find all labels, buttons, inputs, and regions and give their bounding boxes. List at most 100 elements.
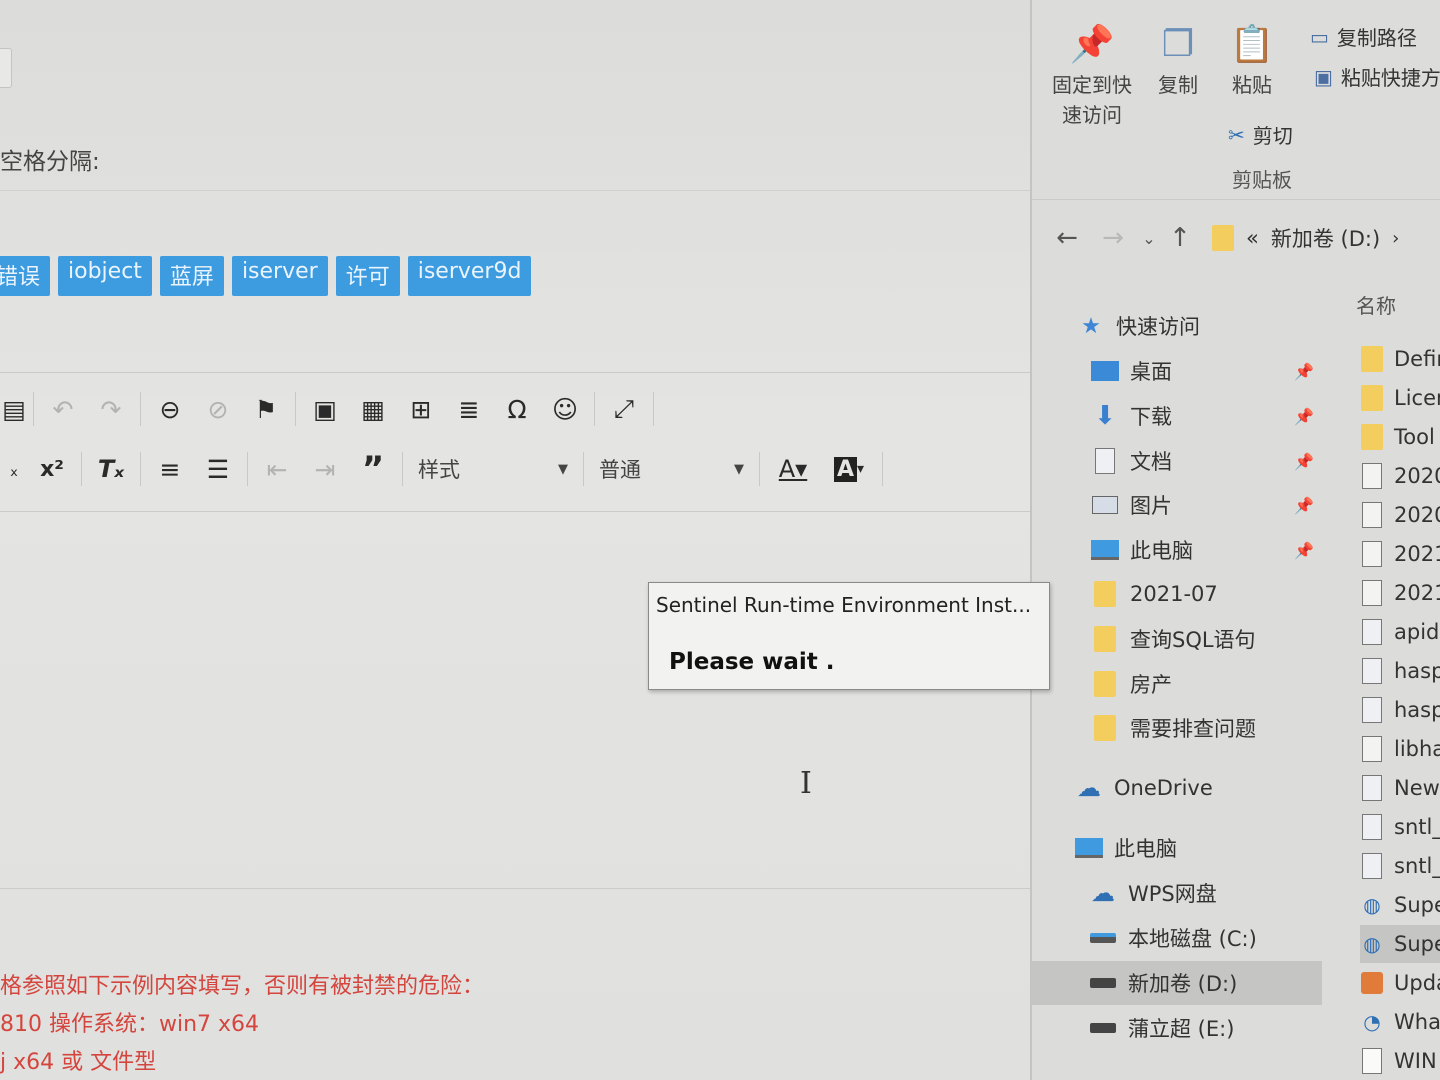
file-row[interactable]: hasp [1360, 691, 1440, 729]
paste-label: 粘贴 [1232, 73, 1272, 97]
tag-chip[interactable]: iobject [58, 256, 152, 296]
forward-arrow-icon[interactable]: → [1090, 223, 1136, 253]
paste-shortcut-button[interactable]: ▣ 粘贴快捷方 [1314, 62, 1440, 91]
nav-drive-e[interactable]: 蒲立超 (E:) [1032, 1006, 1322, 1050]
paste-button[interactable]: 📋 粘贴 [1224, 20, 1280, 100]
file-row[interactable]: Upda [1360, 964, 1440, 1002]
file-row[interactable]: ◍ Supe [1360, 925, 1440, 963]
title-input[interactable] [0, 48, 12, 88]
breadcrumb-chevron-icon[interactable]: › [1392, 228, 1399, 249]
pin-icon[interactable]: 📌 [1294, 541, 1314, 560]
file-row[interactable]: WIN [1360, 1042, 1440, 1080]
nav-folder-sql[interactable]: 查询SQL语句 [1032, 617, 1322, 661]
toolbar-separator [759, 452, 760, 486]
anchor-flag-icon[interactable]: ⚑ [242, 387, 290, 431]
table-icon[interactable]: ⊞ [397, 387, 445, 431]
copy-button[interactable]: ❐ 复制 [1150, 20, 1206, 100]
file-row[interactable]: Tool [1360, 418, 1440, 456]
file-row[interactable]: Licer [1360, 379, 1440, 417]
back-arrow-icon[interactable]: ← [1044, 223, 1090, 253]
pin-icon[interactable]: 📌 [1294, 407, 1314, 426]
nav-quick-access[interactable]: ★ 快速访问 [1076, 304, 1316, 348]
nav-pictures[interactable]: 图片 📌 [1032, 483, 1322, 527]
copy-path-button[interactable]: ▭ 复制路径 [1310, 22, 1417, 51]
superscript-icon[interactable]: x² [28, 447, 76, 491]
unlink-icon[interactable]: ⊘ [194, 387, 242, 431]
editor-content-area[interactable] [0, 513, 1030, 889]
breadcrumb-drive-d[interactable]: 新加卷 (D:) [1271, 223, 1380, 253]
media-icon[interactable]: ▦ [349, 387, 397, 431]
file-name: libha [1394, 737, 1440, 761]
file-row[interactable]: 2021 [1360, 574, 1440, 612]
file-row[interactable]: libha [1360, 730, 1440, 768]
link-icon[interactable]: ⊖ [146, 387, 194, 431]
config-file-icon [1360, 696, 1384, 724]
file-row[interactable]: sntl_ [1360, 808, 1440, 846]
file-row[interactable]: hasp [1360, 652, 1440, 690]
horizontal-line-icon[interactable]: ≣ [445, 387, 493, 431]
indent-icon[interactable]: ⇥ [301, 447, 349, 491]
nav-this-pc[interactable]: 此电脑 [1032, 826, 1322, 870]
nav-wps-drive[interactable]: ☁ WPS网盘 [1032, 871, 1322, 915]
file-row[interactable]: ◔ Wha [1360, 1003, 1440, 1041]
style-dropdown-label: 样式 [418, 458, 460, 482]
file-row[interactable]: 2020 [1360, 457, 1440, 495]
pin-icon[interactable]: 📌 [1294, 496, 1314, 515]
format-dropdown[interactable]: 普通 ▼ [589, 449, 754, 489]
nav-folder-2021-07[interactable]: 2021-07 [1032, 572, 1322, 616]
toolbar-separator [594, 392, 595, 426]
tag-chip[interactable]: 许可 [335, 256, 400, 296]
file-row[interactable]: ◍ Supe [1360, 886, 1440, 924]
image-icon[interactable]: ▣ [301, 387, 349, 431]
paste-word-icon[interactable]: ▤ [0, 387, 28, 431]
emoji-smiley-icon[interactable]: ☺ [541, 387, 589, 431]
column-header-name[interactable]: 名称 [1356, 290, 1396, 319]
nav-folder-property[interactable]: 房产 [1032, 662, 1322, 706]
search-app-icon: ◔ [1363, 1010, 1381, 1034]
file-row[interactable]: 2021 [1360, 535, 1440, 573]
nav-item-label: WPS网盘 [1128, 882, 1217, 906]
nav-this-pc-pinned[interactable]: 此电脑 📌 [1032, 528, 1322, 572]
style-dropdown[interactable]: 样式 ▼ [408, 449, 578, 489]
recent-locations-chevron-icon[interactable]: ⌄ [1136, 229, 1162, 248]
nav-onedrive[interactable]: ☁ OneDrive [1032, 766, 1322, 810]
up-arrow-icon[interactable]: ↑ [1162, 223, 1198, 253]
file-row[interactable]: Defir [1360, 340, 1440, 378]
nav-folder-issues[interactable]: 需要排查问题 [1032, 706, 1322, 750]
toolbar-separator [295, 392, 296, 426]
file-row[interactable]: sntl_ [1360, 847, 1440, 885]
pin-to-quick-access-button[interactable]: 📌 固定到快 速访问 [1046, 20, 1138, 130]
remove-format-icon[interactable]: Tₓ [87, 447, 135, 491]
file-row[interactable]: 2020 [1360, 496, 1440, 534]
background-color-icon[interactable]: A ▾ [821, 447, 877, 491]
pin-icon[interactable]: 📌 [1294, 452, 1314, 471]
nav-desktop[interactable]: 桌面 📌 [1032, 349, 1322, 393]
maximize-icon[interactable]: ⤢ [600, 387, 648, 431]
tag-chip[interactable]: 错误 [0, 256, 51, 296]
bulleted-list-icon[interactable]: ☰ [194, 447, 242, 491]
numbered-list-icon[interactable]: ≡ [146, 447, 194, 491]
nav-drive-c[interactable]: 本地磁盘 (C:) [1032, 916, 1322, 960]
pin-icon[interactable]: 📌 [1294, 362, 1314, 381]
cut-button[interactable]: ✂ 剪切 [1228, 120, 1293, 149]
cut-label: 剪切 [1252, 124, 1293, 148]
file-row[interactable]: New [1360, 769, 1440, 807]
breadcrumb-overflow[interactable]: « [1246, 226, 1259, 250]
tag-chip[interactable]: iserver9d [407, 256, 532, 296]
redo-icon[interactable]: ↷ [87, 387, 135, 431]
copy-icon: ❐ [1161, 24, 1195, 65]
outdent-icon[interactable]: ⇤ [253, 447, 301, 491]
undo-icon[interactable]: ↶ [39, 387, 87, 431]
file-name: apid [1394, 620, 1440, 644]
special-char-omega-icon[interactable]: Ω [493, 387, 541, 431]
installer-progress-dialog[interactable]: Sentinel Run-time Environment Inst... Pl… [648, 582, 1050, 690]
nav-drive-d[interactable]: 新加卷 (D:) [1032, 961, 1322, 1005]
text-color-icon[interactable]: A▾ [765, 447, 821, 491]
nav-downloads[interactable]: ⬇ 下载 📌 [1032, 394, 1322, 438]
tag-chip[interactable]: 蓝屏 [159, 256, 224, 296]
subscript-icon[interactable]: ₓ [0, 447, 28, 491]
nav-documents[interactable]: 文档 📌 [1032, 439, 1322, 483]
file-row[interactable]: apid [1360, 613, 1440, 651]
blockquote-icon[interactable]: ” [349, 447, 397, 491]
tag-chip[interactable]: iserver [231, 256, 328, 296]
